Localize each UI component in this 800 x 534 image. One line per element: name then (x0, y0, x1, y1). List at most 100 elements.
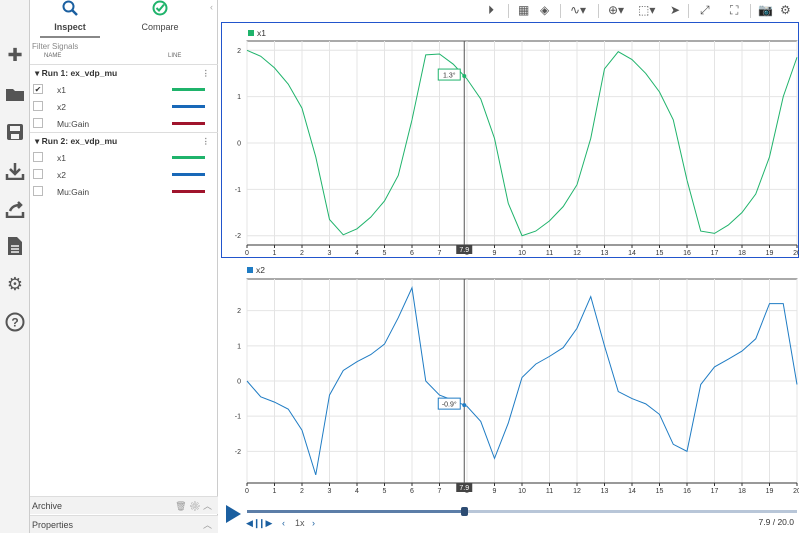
y-tick-label: -2 (234, 233, 240, 240)
signal-name: Mu:Gain (57, 187, 90, 197)
plot-x2[interactable]: 01234567891011121314151617181920-2-10127… (221, 260, 799, 496)
line-style-swatch[interactable] (172, 173, 205, 176)
x-tick-label: 19 (766, 488, 774, 495)
chevron-up-icon[interactable]: ︿ (203, 516, 212, 534)
y-tick-label: 0 (237, 379, 241, 386)
signal-row[interactable]: Mu:Gain (30, 115, 218, 132)
x-tick-label: 0 (245, 250, 249, 257)
signal-checkbox[interactable] (33, 118, 43, 128)
fit-icon[interactable]: ⬚▾ (638, 3, 655, 17)
play-button[interactable] (226, 505, 241, 523)
cursor-time-label: 7.9 (459, 485, 469, 492)
signal-row[interactable]: Mu:Gain (30, 183, 218, 200)
signal-row[interactable]: x1 (30, 149, 218, 166)
plot-title: x1 (248, 28, 266, 38)
tab-inspect[interactable]: Inspect (40, 0, 100, 38)
cursor-value-label: -0.9° (442, 401, 457, 409)
x-tick-label: 10 (518, 250, 526, 257)
plot-title-text: x1 (257, 28, 266, 38)
properties-section[interactable]: Properties ︿ (30, 515, 218, 533)
cursor-point (461, 73, 466, 78)
cursor-value-label: 1.3° (442, 71, 455, 79)
x-tick-label: 16 (683, 250, 691, 257)
settings-icon[interactable]: ⚙ (780, 3, 791, 17)
cursor-time-label: 7.9 (459, 247, 469, 254)
x-tick-label: 0 (245, 488, 249, 495)
settings-icon[interactable]: ⚙ (4, 273, 26, 295)
more-options-icon[interactable]: ⋮ (202, 133, 211, 149)
faster-button[interactable]: › (312, 518, 315, 528)
line-style-swatch[interactable] (172, 105, 205, 108)
line-style-swatch[interactable] (172, 156, 205, 159)
x-tick-label: 17 (711, 488, 719, 495)
x-tick-label: 11 (545, 250, 552, 257)
playback-slider[interactable] (247, 507, 797, 516)
x-tick-label: 19 (765, 250, 773, 257)
y-tick-label: 2 (237, 308, 241, 315)
signal-checkbox[interactable] (33, 186, 43, 196)
report-icon[interactable] (4, 235, 26, 257)
signal-style-icon[interactable]: ∿▾ (570, 3, 586, 17)
save-icon[interactable] (4, 121, 26, 143)
slider-progress (247, 510, 465, 513)
archive-section[interactable]: Archive 🗑 ⚙ ︿ (30, 496, 218, 514)
chart-x2[interactable]: 01234567891011121314151617181920-2-10127… (221, 260, 799, 496)
run-header[interactable]: ▾ Run 1: ex_vdp_mu ⋮ (30, 64, 218, 80)
x-tick-label: 20 (793, 488, 799, 495)
x-tick-label: 9 (493, 488, 497, 495)
signal-checkbox[interactable] (33, 169, 43, 179)
x-tick-label: 12 (573, 488, 581, 495)
x-tick-label: 18 (738, 250, 746, 257)
signal-row[interactable]: ✔ x1 (30, 81, 218, 98)
action-sidebar: ✚ ⚙ ? (0, 0, 30, 533)
collapse-panel-icon[interactable]: ‹ (210, 2, 213, 12)
signal-checkbox[interactable] (33, 101, 43, 111)
expand-icon[interactable]: ⤢ (700, 3, 710, 18)
x-tick-label: 18 (738, 488, 746, 495)
line-style-swatch[interactable] (172, 122, 205, 125)
filter-signals-input[interactable] (32, 40, 216, 52)
step-forward-button[interactable]: ❙▶ (258, 518, 272, 529)
add-icon[interactable]: ✚ (4, 44, 26, 66)
zoom-icon[interactable]: ⊕▾ (608, 3, 624, 17)
tab-compare[interactable]: Compare (120, 0, 200, 38)
line-style-swatch[interactable] (172, 190, 205, 193)
signal-checkbox[interactable] (33, 152, 43, 162)
plot-title-text: x2 (256, 265, 265, 275)
svg-text:?: ? (11, 316, 18, 330)
y-tick-label: 2 (237, 47, 241, 54)
x-tick-label: 13 (600, 250, 608, 257)
y-tick-label: -2 (235, 449, 241, 456)
slower-button[interactable]: ‹ (282, 518, 285, 528)
download-icon[interactable] (4, 160, 26, 182)
signal-name: x1 (57, 153, 66, 163)
x-tick-label: 1 (273, 488, 277, 495)
share-icon[interactable] (4, 198, 26, 220)
run-label: Run 1: ex_vdp_mu (41, 68, 118, 78)
properties-label: Properties (32, 520, 74, 530)
fullscreen-icon[interactable]: ⛶ (730, 3, 738, 18)
slider-thumb[interactable] (461, 507, 469, 516)
line-style-swatch[interactable] (172, 88, 205, 91)
eraser-icon[interactable]: ◈ (540, 3, 549, 17)
layout-icon[interactable]: ▦ (518, 3, 529, 17)
column-name: NAME (44, 53, 62, 59)
column-line: LINE (168, 53, 182, 59)
chart-x1[interactable]: 01234567891011121314151617181920-2-10127… (221, 22, 799, 258)
camera-icon[interactable]: 📷 (758, 3, 773, 17)
run-label: Run 2: ex_vdp_mu (41, 136, 118, 146)
x-tick-label: 20 (793, 250, 799, 257)
play-record-icon[interactable]: ⏵ (488, 3, 494, 18)
more-options-icon[interactable]: ⋮ (202, 65, 211, 81)
cursor-icon[interactable]: ➤ (670, 3, 680, 17)
plot-x1[interactable]: 01234567891011121314151617181920-2-10127… (221, 22, 799, 258)
signal-checkbox[interactable]: ✔ (33, 84, 43, 94)
run-header[interactable]: ▾ Run 2: ex_vdp_mu ⋮ (30, 132, 218, 148)
check-circle-icon (120, 0, 200, 22)
x-tick-label: 1 (272, 250, 276, 257)
help-icon[interactable]: ? (4, 311, 26, 333)
signal-row[interactable]: x2 (30, 166, 218, 183)
signal-row[interactable]: x2 (30, 98, 218, 115)
archive-controls-icon[interactable]: 🗑 ⚙ ︿ (175, 497, 212, 515)
folder-icon[interactable] (4, 83, 26, 105)
